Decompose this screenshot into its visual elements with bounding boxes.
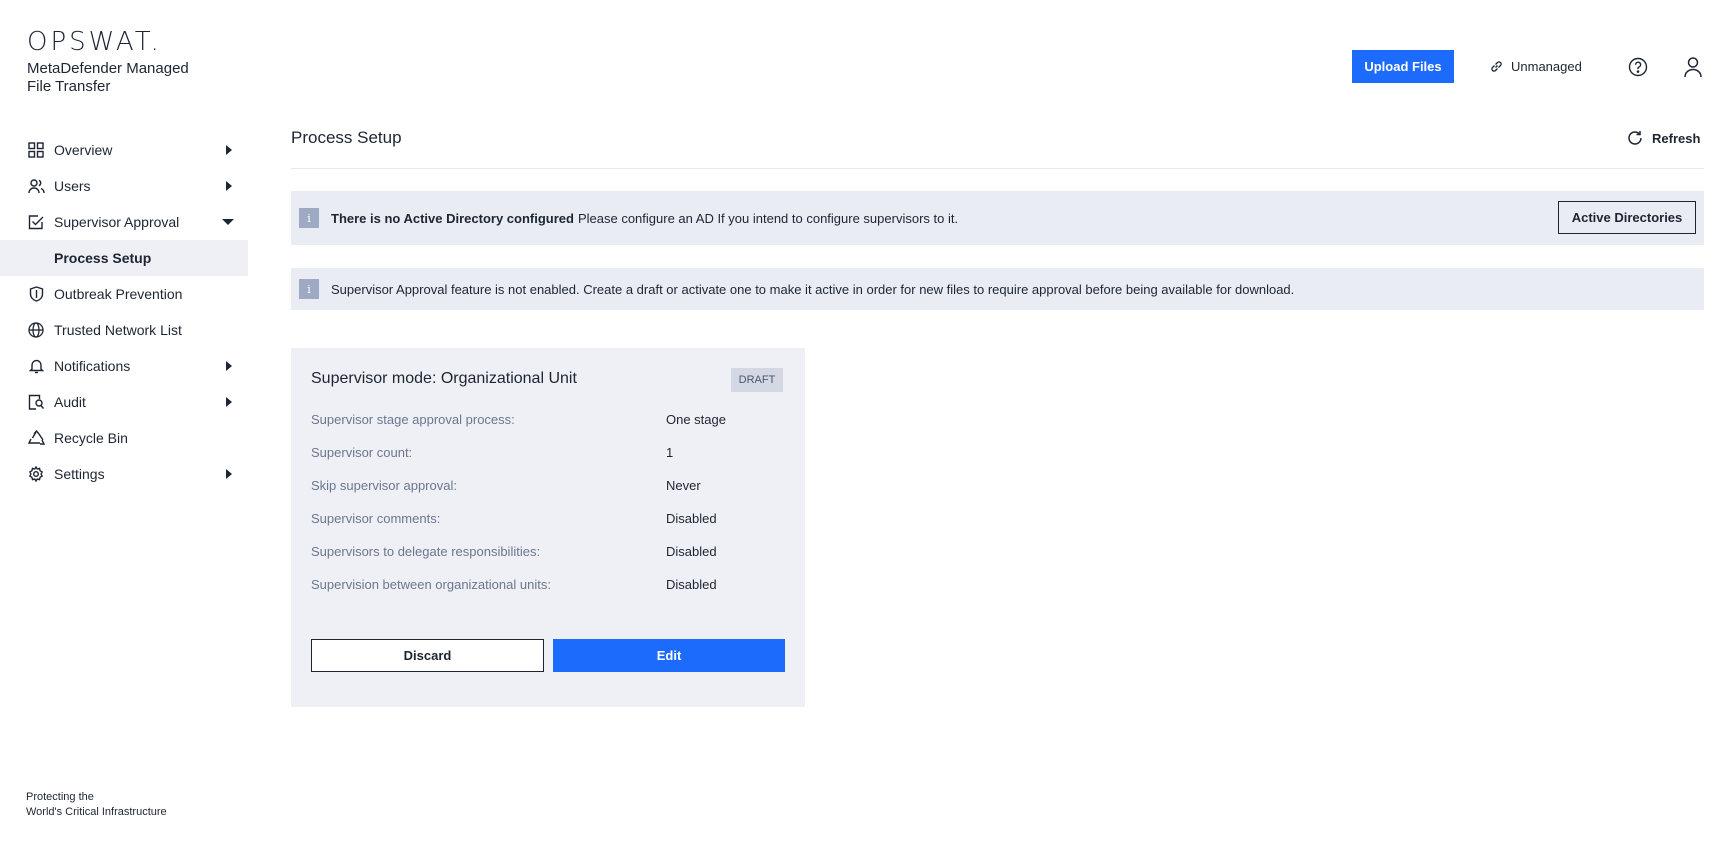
bell-icon	[27, 357, 45, 375]
sidebar-item-label: Users	[54, 178, 91, 194]
sidebar-nav: Overview Users Supervisor Approval Proce…	[0, 132, 248, 492]
sidebar-subitem-process-setup[interactable]: Process Setup	[0, 240, 248, 276]
chevron-right-icon	[226, 361, 232, 371]
detail-value: One stage	[666, 412, 726, 427]
detail-key: Skip supervisor approval:	[311, 478, 457, 493]
info-icon: i	[299, 208, 319, 228]
detail-row: Supervision between organizational units…	[311, 577, 781, 597]
unmanaged-label: Unmanaged	[1511, 58, 1582, 74]
info-icon: i	[299, 279, 319, 299]
brand-logo[interactable]: OPSWAT. MetaDefender Managed File Transf…	[27, 28, 217, 96]
detail-value: 1	[666, 445, 674, 460]
sidebar-item-outbreak-prevention[interactable]: Outbreak Prevention	[0, 276, 248, 312]
no-active-directory-alert: i There is no Active Directory configure…	[291, 191, 1704, 245]
tagline-line: Protecting the	[26, 791, 94, 803]
grid-icon	[27, 141, 45, 159]
shield-icon	[27, 285, 45, 303]
sidebar-item-settings[interactable]: Settings	[0, 456, 248, 492]
card-title: Supervisor mode: Organizational Unit	[311, 370, 577, 387]
audit-icon	[27, 393, 45, 411]
sidebar-item-overview[interactable]: Overview	[0, 132, 248, 168]
detail-row: Skip supervisor approval: Never	[311, 478, 781, 498]
tagline: Protecting the World's Critical Infrastr…	[26, 790, 167, 820]
detail-key: Supervisor comments:	[311, 511, 441, 526]
sidebar-item-label: Recycle Bin	[54, 430, 128, 446]
globe-icon	[27, 321, 45, 339]
sidebar-item-label: Outbreak Prevention	[54, 286, 183, 302]
detail-row: Supervisor count: 1	[311, 445, 781, 465]
detail-value: Disabled	[666, 511, 717, 526]
product-name: MetaDefender Managed File Transfer	[27, 60, 189, 95]
divider	[291, 168, 1704, 169]
recycle-icon	[27, 429, 45, 447]
refresh-button[interactable]: Refresh	[1627, 130, 1700, 146]
alert-bold-text: There is no Active Directory configured	[331, 210, 574, 226]
detail-value: Disabled	[666, 544, 717, 559]
refresh-label: Refresh	[1652, 130, 1701, 146]
refresh-icon	[1628, 131, 1642, 145]
sidebar-item-audit[interactable]: Audit	[0, 384, 248, 420]
detail-value: Disabled	[666, 577, 717, 592]
sidebar-item-label: Settings	[54, 466, 105, 482]
chevron-right-icon	[226, 145, 232, 155]
sidebar-item-label: Overview	[54, 142, 113, 158]
sidebar-item-users[interactable]: Users	[0, 168, 248, 204]
detail-row: Supervisor comments: Disabled	[311, 511, 781, 531]
page-title: Process Setup	[291, 128, 402, 147]
unmanaged-link[interactable]: Unmanaged	[1490, 56, 1582, 76]
upload-files-button[interactable]: Upload Files	[1352, 50, 1454, 83]
alert-text: Supervisor Approval feature is not enabl…	[331, 281, 1295, 297]
tagline-line: World's Critical Infrastructure	[26, 806, 167, 818]
sidebar-item-label: Audit	[54, 394, 86, 410]
alert-text: Please configure an AD If you intend to …	[577, 210, 959, 226]
gear-icon	[27, 465, 45, 483]
chevron-right-icon	[226, 397, 232, 407]
sidebar-item-label: Notifications	[54, 358, 131, 374]
help-icon[interactable]	[1628, 57, 1648, 77]
sidebar-item-recycle-bin[interactable]: Recycle Bin	[0, 420, 248, 456]
sidebar: OPSWAT. MetaDefender Managed File Transf…	[0, 0, 248, 846]
chevron-right-icon	[226, 469, 232, 479]
chevron-down-icon	[222, 219, 234, 225]
detail-key: Supervision between organizational units…	[311, 577, 551, 592]
feature-disabled-alert: i Supervisor Approval feature is not ena…	[291, 268, 1704, 310]
chevron-right-icon	[226, 181, 232, 191]
sidebar-item-notifications[interactable]: Notifications	[0, 348, 248, 384]
detail-value: Never	[666, 478, 701, 493]
detail-row: Supervisors to delegate responsibilities…	[311, 544, 781, 564]
sidebar-item-label: Supervisor Approval	[54, 214, 180, 230]
detail-key: Supervisors to delegate responsibilities…	[311, 544, 541, 559]
sidebar-item-supervisor-approval[interactable]: Supervisor Approval	[0, 204, 248, 240]
edit-button[interactable]: Edit	[553, 639, 785, 672]
checkbox-icon	[27, 213, 45, 231]
detail-row: Supervisor stage approval process: One s…	[311, 412, 781, 432]
sidebar-item-trusted-network-list[interactable]: Trusted Network List	[0, 312, 248, 348]
active-directories-button[interactable]: Active Directories	[1558, 201, 1696, 234]
sidebar-item-label: Trusted Network List	[54, 322, 182, 338]
detail-key: Supervisor count:	[311, 445, 413, 460]
supervisor-mode-card: Supervisor mode: Organizational Unit DRA…	[291, 348, 805, 707]
users-icon	[27, 177, 45, 195]
status-badge: DRAFT	[731, 368, 783, 392]
logo-wordmark: OPSWAT.	[27, 27, 162, 57]
link-icon	[1491, 60, 1502, 72]
user-icon[interactable]	[1683, 56, 1703, 78]
discard-button[interactable]: Discard	[311, 639, 544, 672]
detail-key: Supervisor stage approval process:	[311, 412, 515, 427]
